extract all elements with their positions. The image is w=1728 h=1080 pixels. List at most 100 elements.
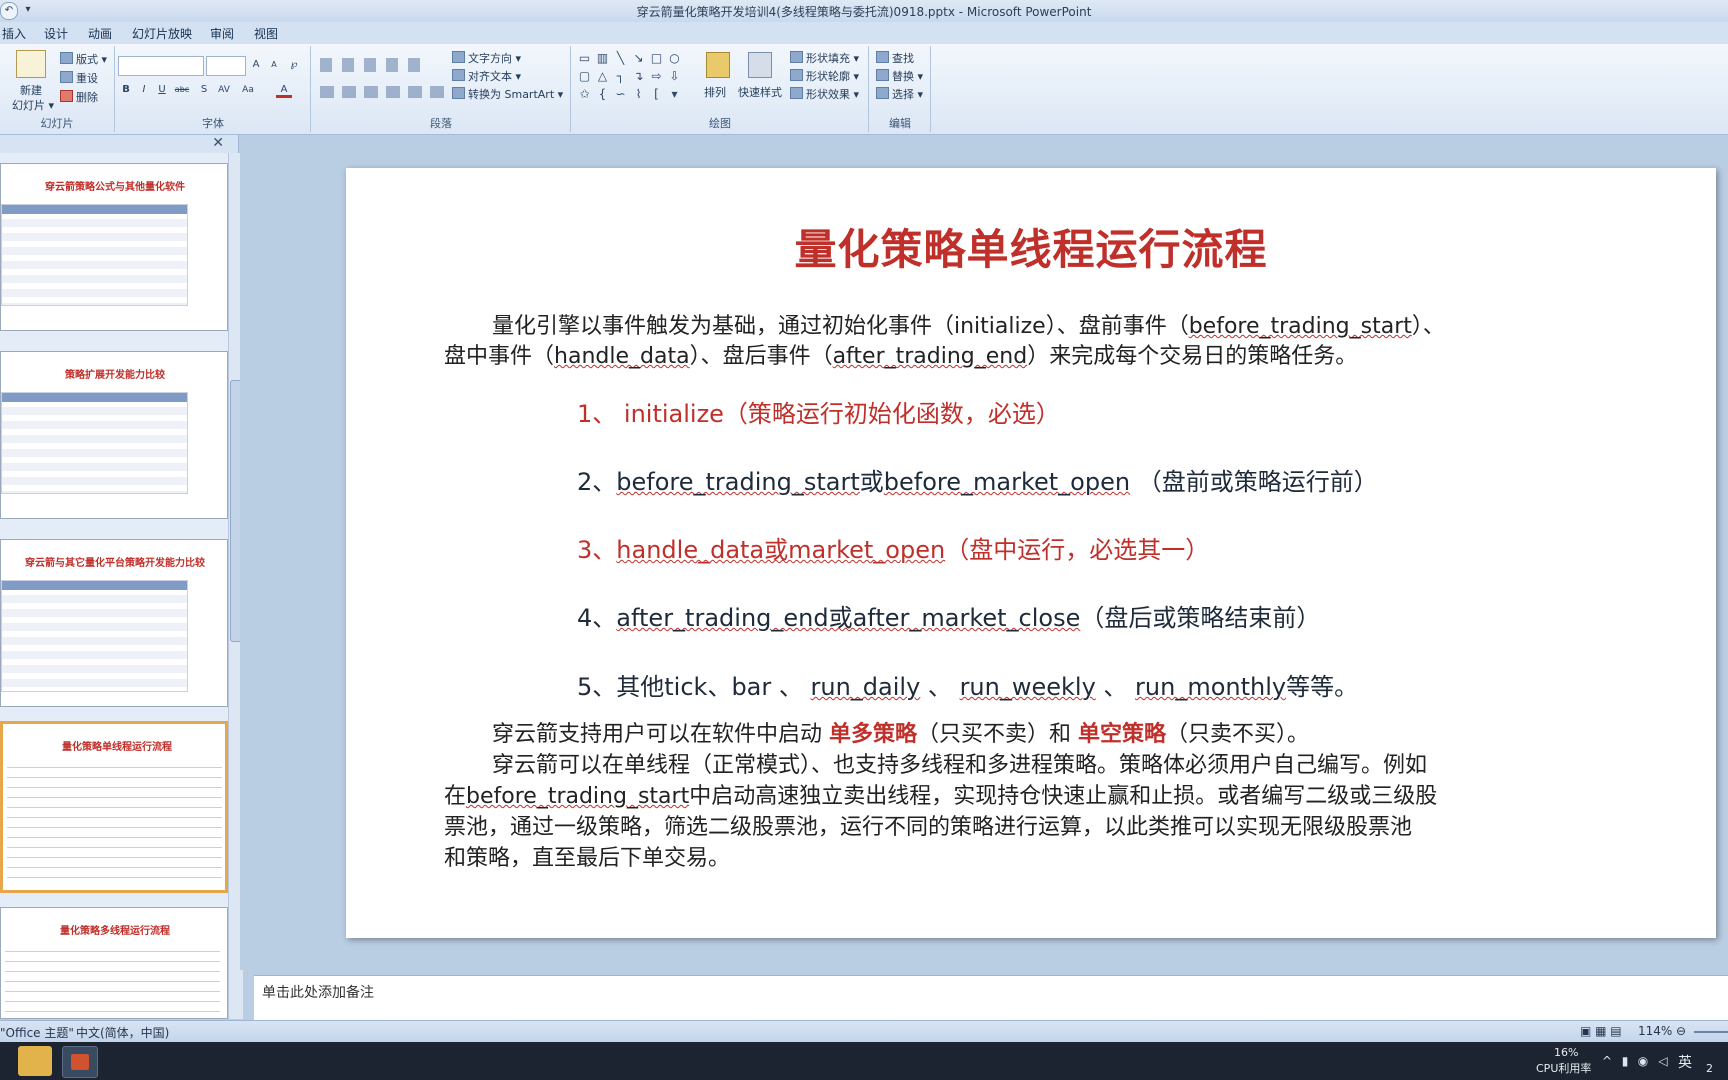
new-slide-icon[interactable] [16, 50, 46, 78]
triangle-shape-icon[interactable]: △ [596, 70, 609, 83]
bold-button[interactable]: B [118, 82, 134, 98]
slide-thumbnail-4[interactable]: 量化策略单线程运行流程 [0, 721, 228, 893]
smartart-button[interactable]: 转换为 SmartArt ▾ [452, 86, 563, 102]
view-buttons[interactable]: ▣ ▦ ▤ [1580, 1024, 1622, 1038]
clear-format-button[interactable]: ℘ [286, 57, 302, 73]
item-code: before_market_open [883, 468, 1131, 496]
delete-label: 删除 [76, 91, 98, 104]
arrow-up-icon[interactable]: ^ [1600, 1054, 1614, 1068]
list-item-3[interactable]: 3、handle_data或market_open（盘中运行，必选其一） [577, 530, 1209, 565]
taskbar: 16% CPU利用率 ^ ▮ ◉ ◁ 英 2 [0, 1042, 1728, 1080]
right-arrow-shape-icon[interactable]: ⇨ [650, 70, 663, 83]
bracket-shape-icon[interactable]: [ [650, 88, 663, 101]
font-name-input[interactable] [118, 56, 204, 76]
theme-status[interactable]: "Office 主题" [0, 1024, 74, 1041]
italic-button[interactable]: I [136, 82, 152, 98]
file-explorer-icon[interactable] [18, 1046, 52, 1076]
slide-thumbnail-1[interactable]: 穿云箭策略公式与其他量化软件 [0, 163, 228, 331]
list-item-2[interactable]: 2、before_trading_start或before_market_ope… [577, 462, 1378, 497]
intro-line-2[interactable]: 盘中事件（handle_data）、盘后事件（after_trading_end… [444, 338, 1357, 370]
brace-shape-icon[interactable]: { [596, 88, 609, 101]
smartart-label: 转换为 SmartArt ▾ [468, 88, 564, 101]
slide[interactable]: 量化策略单线程运行流程 量化引擎以事件触发为基础，通过初始化事件（initial… [346, 168, 1716, 938]
font-color-button[interactable]: A [276, 82, 292, 98]
list-item-1[interactable]: 1、 initialize（策略运行初始化函数，必选） [577, 394, 1060, 429]
shape-effects-button[interactable]: 形状效果 ▾ [790, 86, 859, 102]
list-indent-icons[interactable] [320, 58, 430, 72]
arrange-button[interactable]: 排列 [704, 84, 726, 100]
line-shape-icon[interactable]: ╲ [614, 52, 627, 65]
replace-button[interactable]: 替换 ▾ [876, 68, 923, 84]
slides-panel: ✕ 穿云箭策略公式与其他量化软件 策略扩展开发能力比较 穿云箭与其它量化平台策略… [0, 135, 243, 1019]
powerpoint-taskbar-icon[interactable] [62, 1046, 98, 1078]
freeform-shape-icon[interactable]: ⌇ [632, 88, 645, 101]
tab-view[interactable]: 视图 [254, 25, 278, 42]
change-case-button[interactable]: Aa [240, 82, 256, 98]
vertical-textbox-shape-icon[interactable]: ▥ [596, 52, 609, 65]
tab-animations[interactable]: 动画 [88, 25, 112, 42]
volume-icon[interactable]: ◁ [1656, 1054, 1670, 1068]
shadow-button[interactable]: S [196, 82, 212, 98]
delete-button[interactable]: 删除 [60, 89, 98, 105]
quick-styles-icon[interactable] [748, 52, 772, 78]
select-button[interactable]: 选择 ▾ [876, 86, 923, 102]
find-button[interactable]: 查找 [876, 50, 914, 66]
list-item-5[interactable]: 5、其他tick、bar 、 run_daily 、 run_weekly 、 … [577, 667, 1358, 702]
tab-design[interactable]: 设计 [44, 25, 68, 42]
slide-thumbnail-2[interactable]: 策略扩展开发能力比较 [0, 351, 228, 519]
alignment-icons[interactable] [320, 86, 450, 98]
threading-line-4[interactable]: 和策略，直至最后下单交易。 [444, 840, 730, 872]
slide-thumbnail-3[interactable]: 穿云箭与其它量化平台策略开发能力比较 [0, 539, 228, 707]
tab-review[interactable]: 审阅 [210, 25, 234, 42]
usb-icon[interactable]: ▮ [1618, 1054, 1632, 1068]
tab-insert[interactable]: 插入 [2, 25, 26, 42]
slide-title[interactable]: 量化策略单线程运行流程 [346, 216, 1716, 277]
align-text-button[interactable]: 对齐文本 ▾ [452, 68, 521, 84]
shape-fill-button[interactable]: 形状填充 ▾ [790, 50, 859, 66]
list-item-4[interactable]: 4、after_trading_end或after_market_close（盘… [577, 598, 1320, 633]
down-arrow-shape-icon[interactable]: ⇩ [668, 70, 681, 83]
underline-button[interactable]: U [154, 82, 170, 98]
language-status[interactable]: 中文(简体，中国) [76, 1024, 169, 1041]
textbox-shape-icon[interactable]: ▭ [578, 52, 591, 65]
arrow-shape-icon[interactable]: ↘ [632, 52, 645, 65]
quick-styles-button[interactable]: 快速样式 [738, 84, 782, 100]
shrink-font-button[interactable]: A [266, 57, 282, 73]
notes-pane[interactable]: 单击此处添加备注 [254, 975, 1728, 1020]
rect-shape-icon[interactable]: □ [650, 52, 663, 65]
strategy-paragraph[interactable]: 穿云箭支持用户可以在软件中启动 单多策略（只买不卖）和 单空策略（只卖不买）。 [492, 716, 1309, 748]
char-spacing-button[interactable]: AV [216, 82, 232, 98]
shape-fill-label: 形状填充 ▾ [806, 52, 860, 65]
more-shapes-icon[interactable]: ▾ [668, 88, 681, 101]
font-size-input[interactable] [206, 56, 246, 76]
network-icon[interactable]: ◉ [1636, 1054, 1650, 1068]
threading-line-3[interactable]: 票池，通过一级策略，筛选二级股票池，运行不同的策略进行运算，以此类推可以实现无限… [444, 809, 1412, 841]
threading-line-2[interactable]: 在before_trading_start中启动高速独立卖出线程，实现持仓快速止… [444, 778, 1437, 810]
arrange-icon[interactable] [706, 52, 730, 78]
grow-font-button[interactable]: A [248, 57, 264, 73]
round-rect-shape-icon[interactable]: ▢ [578, 70, 591, 83]
strike-button[interactable]: abc [174, 82, 190, 98]
new-slide-button[interactable]: 新建 [20, 82, 42, 98]
clock[interactable]: 2 [1706, 1062, 1713, 1075]
intro-line-1[interactable]: 量化引擎以事件触发为基础，通过初始化事件（initialize）、盘前事件（be… [492, 308, 1445, 340]
curve-shape-icon[interactable]: ∽ [614, 88, 627, 101]
reset-label: 重设 [76, 72, 98, 85]
layout-button[interactable]: 版式 ▾ [60, 51, 107, 67]
threading-line-1[interactable]: 穿云箭可以在单线程（正常模式）、也支持多线程和多进程策略。策略体必须用户自己编写… [492, 747, 1427, 779]
oval-shape-icon[interactable]: ○ [668, 52, 681, 65]
zoom-out-icon[interactable]: ⊖ [1676, 1024, 1686, 1038]
zoom-slider[interactable] [1694, 1031, 1728, 1033]
bent-arrow-shape-icon[interactable]: ↴ [632, 70, 645, 83]
slide-thumbnail-5[interactable]: 量化策略多线程运行流程 [0, 907, 228, 1019]
zoom-level[interactable]: 114% [1638, 1024, 1672, 1038]
text-direction-button[interactable]: 文字方向 ▾ [452, 50, 521, 66]
new-slide-dropdown[interactable]: 幻灯片 ▾ [12, 97, 54, 113]
reset-button[interactable]: 重设 [60, 70, 98, 86]
close-icon[interactable]: ✕ [212, 135, 224, 151]
shape-outline-button[interactable]: 形状轮廓 ▾ [790, 68, 859, 84]
corner-shape-icon[interactable]: ┐ [614, 70, 627, 83]
tab-slideshow[interactable]: 幻灯片放映 [132, 25, 192, 42]
ime-indicator[interactable]: 英 [1678, 1052, 1692, 1072]
star-shape-icon[interactable]: ✩ [578, 88, 591, 101]
